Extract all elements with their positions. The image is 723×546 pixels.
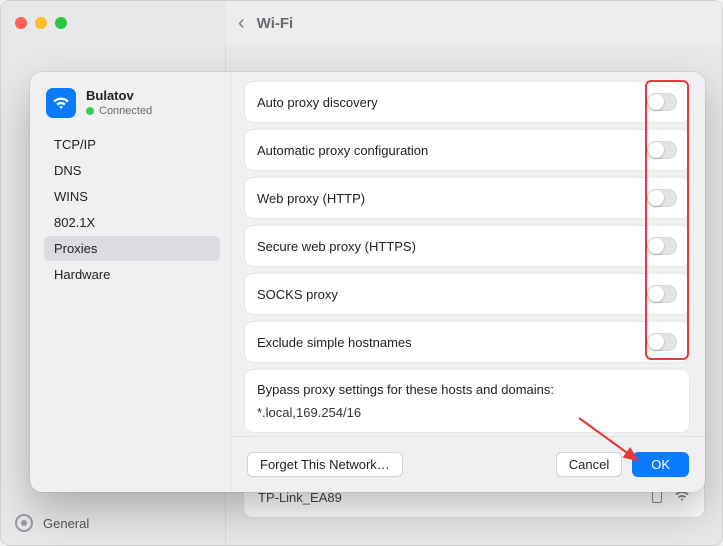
option-label: Auto proxy discovery — [257, 95, 378, 110]
toggle[interactable] — [647, 189, 677, 207]
status-dot-icon — [86, 107, 94, 115]
sheet-main: Auto proxy discovery Automatic proxy conf… — [230, 72, 705, 492]
annotation-highlight — [645, 80, 689, 360]
gear-icon — [15, 514, 33, 532]
bypass-label: Bypass proxy settings for these hosts an… — [257, 382, 677, 397]
network-status: Connected — [86, 105, 152, 117]
tab-wins[interactable]: WINS — [44, 184, 220, 209]
network-name: Bulatov — [86, 88, 152, 103]
sidebar-item-label: General — [43, 516, 89, 531]
network-header: Bulatov Connected — [44, 84, 220, 132]
toggle[interactable] — [647, 285, 677, 303]
toggle[interactable] — [647, 93, 677, 111]
proxy-option-row: Auto proxy discovery — [245, 82, 689, 122]
zoom-icon[interactable] — [55, 17, 67, 29]
proxy-option-row: Secure web proxy (HTTPS) — [245, 226, 689, 266]
wifi-icon — [46, 88, 76, 118]
status-text: Connected — [99, 105, 152, 117]
bypass-settings: Bypass proxy settings for these hosts an… — [245, 370, 689, 432]
tab-dns[interactable]: DNS — [44, 158, 220, 183]
toggle[interactable] — [647, 333, 677, 351]
tab-proxies[interactable]: Proxies — [44, 236, 220, 261]
sidebar-item-general[interactable]: General — [15, 507, 210, 539]
tab-802-1x[interactable]: 802.1X — [44, 210, 220, 235]
proxy-option-row: Web proxy (HTTP) — [245, 178, 689, 218]
option-label: Automatic proxy configuration — [257, 143, 428, 158]
forget-network-button[interactable]: Forget This Network… — [247, 452, 403, 477]
network-settings-sheet: Bulatov Connected TCP/IPDNSWINS802.1XPro… — [30, 72, 705, 492]
cancel-button[interactable]: Cancel — [556, 452, 622, 477]
option-label: Secure web proxy (HTTPS) — [257, 239, 416, 254]
proxy-option-row: Exclude simple hostnames — [245, 322, 689, 362]
sheet-sidebar: Bulatov Connected TCP/IPDNSWINS802.1XPro… — [30, 72, 230, 492]
proxy-options-scroll[interactable]: Auto proxy discovery Automatic proxy conf… — [231, 72, 705, 436]
bypass-value[interactable]: *.local,169.254/16 — [257, 405, 677, 420]
option-label: Web proxy (HTTP) — [257, 191, 365, 206]
lock-icon — [652, 491, 662, 503]
content-header: ‹ Wi-Fi — [226, 1, 722, 45]
proxy-option-row: Automatic proxy configuration — [245, 130, 689, 170]
option-label: Exclude simple hostnames — [257, 335, 412, 350]
tab-tcp-ip[interactable]: TCP/IP — [44, 132, 220, 157]
ok-button[interactable]: OK — [632, 452, 689, 477]
sheet-footer: Forget This Network… Cancel OK — [231, 436, 705, 492]
proxy-option-row: SOCKS proxy — [245, 274, 689, 314]
tab-hardware[interactable]: Hardware — [44, 262, 220, 287]
minimize-icon[interactable] — [35, 17, 47, 29]
close-icon[interactable] — [15, 17, 27, 29]
page-title: Wi-Fi — [257, 15, 294, 32]
toggle[interactable] — [647, 141, 677, 159]
back-icon[interactable]: ‹ — [238, 12, 245, 35]
option-label: SOCKS proxy — [257, 287, 338, 302]
toggle[interactable] — [647, 237, 677, 255]
